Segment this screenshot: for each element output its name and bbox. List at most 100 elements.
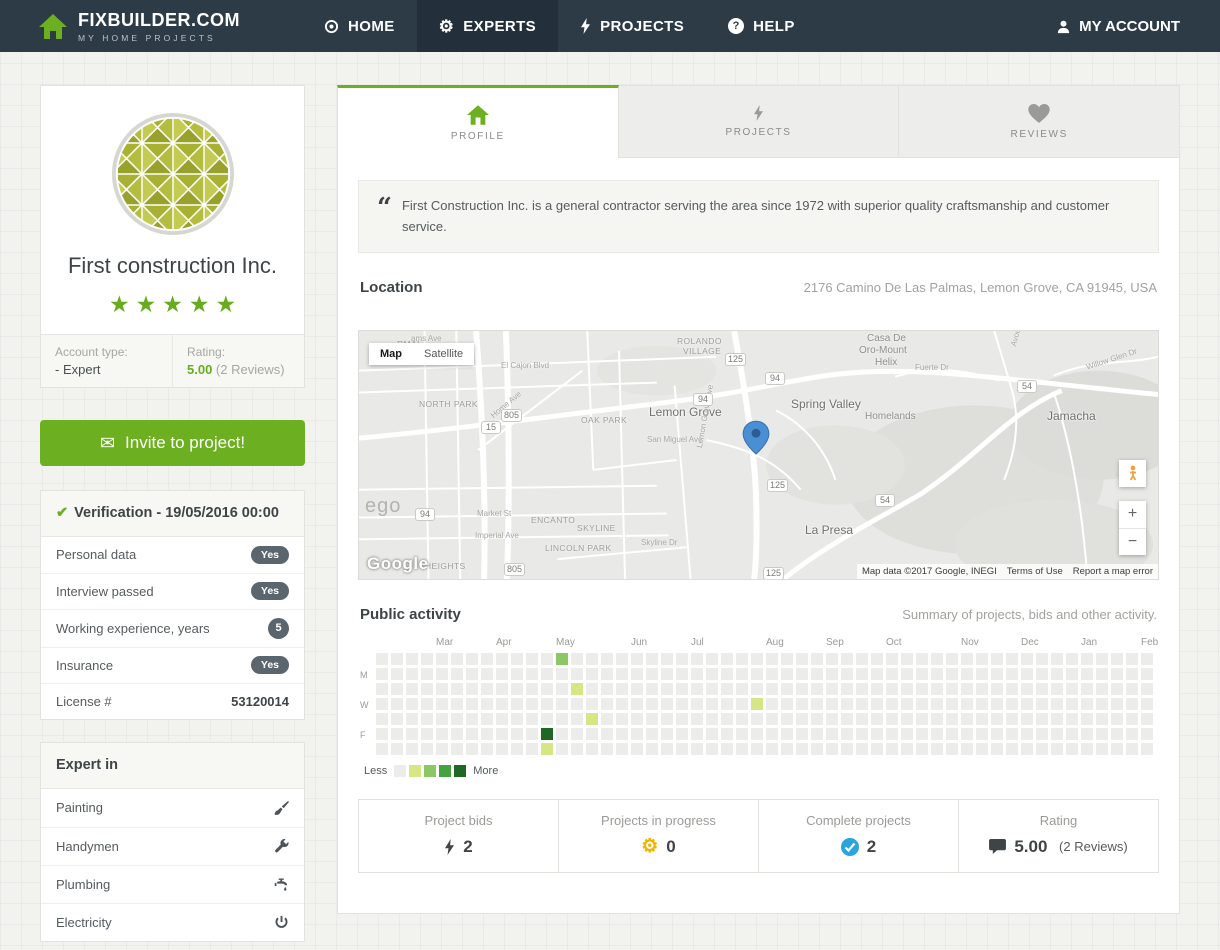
heatmap-cell: [511, 727, 523, 740]
sidebar: First construction Inc. ★ ★ ★ ★ ★ Account ty…: [40, 85, 305, 942]
heatmap-cell: [571, 697, 583, 710]
verify-check-icon: ✔: [56, 504, 69, 521]
heatmap-cell: [391, 712, 403, 725]
heatmap-cell: [421, 652, 433, 665]
heatmap-legend: Less More: [360, 764, 1159, 777]
invite-to-project-button[interactable]: ✉ Invite to project!: [40, 419, 305, 466]
stat-extra: (2 Reviews): [1055, 839, 1128, 855]
heatmap-cell: [586, 682, 598, 695]
zoom-out-button[interactable]: −: [1119, 527, 1146, 555]
heatmap-cell: [751, 712, 763, 725]
heatmap-cell: [616, 682, 628, 695]
heatmap-legend-swatches: [394, 764, 467, 777]
heatmap-cell: [526, 697, 538, 710]
heatmap-cell: [976, 697, 988, 710]
heatmap-cell: [676, 667, 688, 680]
heatmap-cell: [886, 727, 898, 740]
heatmap-cell: [616, 697, 628, 710]
report-error-link[interactable]: Report a map error: [1073, 566, 1153, 577]
heatmap-cell: [901, 682, 913, 695]
heatmap-cell: [601, 667, 613, 680]
heatmap-cell: [391, 727, 403, 740]
heatmap-cell: [571, 712, 583, 725]
nav-item-experts[interactable]: ⚙ EXPERTS: [416, 0, 559, 52]
my-account-button[interactable]: MY ACCOUNT: [1056, 18, 1180, 35]
heatmap-cell: [496, 652, 508, 665]
heatmap-cell: [856, 697, 868, 710]
nav-item-help[interactable]: ? HELP: [706, 0, 817, 52]
bolt-icon: [580, 18, 591, 34]
nav-item-home[interactable]: HOME: [302, 0, 417, 52]
heatmap-cell: [961, 697, 973, 710]
tab-reviews[interactable]: REVIEWS: [899, 85, 1181, 158]
terms-link[interactable]: Terms of Use: [1007, 566, 1063, 577]
account-type-label: Account type:: [55, 344, 128, 359]
heatmap-cell: [661, 727, 673, 740]
heatmap-cell: [421, 712, 433, 725]
expert-in-header: Expert in: [41, 742, 304, 789]
heatmap-cell: [841, 742, 853, 755]
heatmap-cell: [1081, 727, 1093, 740]
heatmap-cell: [931, 682, 943, 695]
skill-label: Electricity: [56, 914, 112, 930]
location-title: Location: [360, 278, 423, 296]
route-shield: 54: [1017, 379, 1037, 393]
main-content: PROFILE PROJECTS REVIEWS “ First Construct…: [337, 85, 1181, 942]
heatmap-cell: [436, 742, 448, 755]
route-shield: 94: [693, 392, 713, 406]
company-logo-icon: [111, 112, 234, 236]
heatmap-cell: [406, 742, 418, 755]
heatmap-cell: [916, 727, 928, 740]
heatmap-cell: [421, 682, 433, 695]
heatmap-cell: [961, 742, 973, 755]
heatmap-cell: [961, 712, 973, 725]
zoom-controls: + −: [1119, 500, 1146, 555]
heatmap-cell: [1141, 652, 1153, 665]
map-type-map[interactable]: Map: [369, 342, 413, 365]
heatmap-cell: [586, 727, 598, 740]
stat-value: 2: [369, 837, 548, 857]
heatmap-cell: [901, 742, 913, 755]
heatmap-cell: [556, 682, 568, 695]
map-label: Fuerte Dr: [915, 362, 949, 372]
heatmap-cell: [1141, 682, 1153, 695]
heatmap-cell: [811, 742, 823, 755]
heatmap-cell: [976, 712, 988, 725]
map[interactable]: ams AveRMALGHTSEl Cajon BlvdROLANDOVILLA…: [358, 329, 1159, 580]
heatmap-cell: [1126, 742, 1138, 755]
heatmap-cell: [946, 682, 958, 695]
heatmap-cell: [706, 697, 718, 710]
heatmap-cell: [646, 712, 658, 725]
stat-number: 5.00: [1014, 836, 1048, 856]
heatmap-cell: [1111, 682, 1123, 695]
heatmap-cell: [991, 682, 1003, 695]
tab-projects[interactable]: PROJECTS: [618, 85, 900, 158]
heatmap-cell: [781, 667, 793, 680]
heatmap-cell: [436, 682, 448, 695]
tab-profile[interactable]: PROFILE: [337, 85, 619, 158]
heatmap-cell: [676, 697, 688, 710]
heatmap-cell: [961, 727, 973, 740]
pegman-control[interactable]: [1119, 459, 1146, 487]
map-type-satellite[interactable]: Satellite: [413, 342, 475, 365]
heatmap-cell: [391, 742, 403, 755]
brand-logo[interactable]: FIXBUILDER.COM MY HOME PROJECTS: [38, 10, 240, 43]
heatmap-cell: [691, 697, 703, 710]
month-label: Sep: [826, 636, 844, 648]
heatmap-cell: [1036, 712, 1048, 725]
heatmap-cell: [961, 652, 973, 665]
heatmap-cell: [976, 682, 988, 695]
heatmap-cell: [961, 682, 973, 695]
heatmap-cell: [976, 667, 988, 680]
heatmap-cell: [736, 712, 748, 725]
heatmap-cell: [811, 697, 823, 710]
heatmap-cell: [451, 727, 463, 740]
heatmap-cell: [541, 652, 553, 665]
heatmap-cell: [511, 667, 523, 680]
nav-item-projects[interactable]: PROJECTS: [558, 0, 706, 52]
heatmap-cell: [406, 682, 418, 695]
profile-card: First construction Inc. ★ ★ ★ ★ ★ Account ty…: [40, 85, 305, 388]
stat-complete-projects: Complete projects 2: [758, 799, 958, 872]
heatmap-cell: [751, 667, 763, 680]
zoom-in-button[interactable]: +: [1119, 501, 1146, 528]
